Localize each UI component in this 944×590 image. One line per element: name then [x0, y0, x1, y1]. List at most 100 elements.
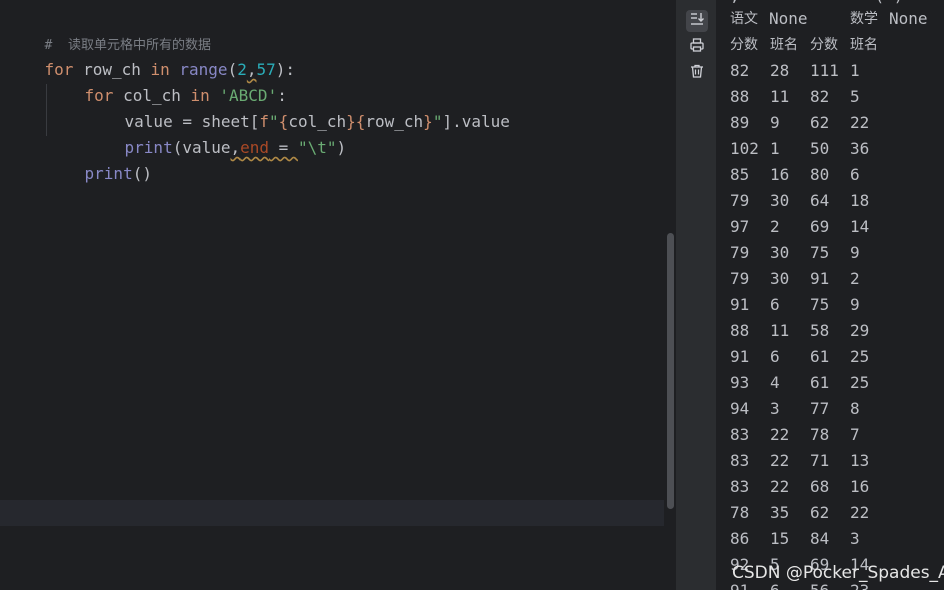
code-editor[interactable]: # 读取单元格中所有的数据 for row_ch in range(2,57):… [0, 0, 676, 590]
equals: = [269, 138, 298, 157]
console-cell: 79 [730, 269, 750, 288]
console-cell: 93 [730, 373, 750, 392]
console-data-row: 79 30 75 9 [730, 240, 944, 266]
console-cell: 1 [770, 139, 780, 158]
console-header-row-2: 分数 班名 分数 班名 [730, 32, 944, 58]
console-cell: 7 [850, 425, 860, 444]
console-data-row: 82 28 111 1 [730, 58, 944, 84]
console-cell: 30 [770, 269, 790, 288]
header-cell: None [889, 9, 928, 28]
print-button[interactable] [686, 36, 708, 58]
console-data-row: 85 16 80 6 [730, 162, 944, 188]
header-cell: 班名 [770, 37, 798, 53]
console-data-row: 89 9 62 22 [730, 110, 944, 136]
console-cell: 61 [810, 373, 830, 392]
string-tab: "\t" [297, 138, 337, 157]
console-cell: 88 [730, 87, 750, 106]
code-line-4[interactable]: value = sheet[f"{col_ch}{row_ch}"].value [86, 83, 510, 131]
header-cell: 班名 [850, 37, 878, 53]
code-line-3[interactable]: for col_ch in 'ABCD': [46, 57, 287, 105]
fstring-brace: }{ [346, 112, 366, 131]
code-line-6[interactable]: print() [46, 135, 152, 183]
console-cell: 11 [770, 87, 790, 106]
console-cell: 6 [770, 295, 780, 314]
console-cell: 25 [850, 347, 870, 366]
header-cell: 分数 [810, 37, 838, 53]
console-data-row: 83 22 71 13 [730, 448, 944, 474]
run-console-output[interactable]: , ( ) 语文 None 数学 None 分数 班名 分数 班名 822811… [716, 0, 944, 590]
console-cell: 22 [770, 477, 790, 496]
soft-wrap-button[interactable] [686, 10, 708, 32]
console-cell: 79 [730, 243, 750, 262]
console-cell: 79 [730, 191, 750, 210]
console-data-row: 102 1 50 36 [730, 136, 944, 162]
console-cell: 14 [850, 217, 870, 236]
console-data-row: 94 3 77 8 [730, 396, 944, 422]
console-cell: 36 [850, 139, 870, 158]
scroll-up-icon [689, 0, 705, 9]
print-icon [689, 37, 705, 57]
console-cell: 88 [730, 321, 750, 340]
console-data-row: 93 4 61 25 [730, 370, 944, 396]
paren-close: ) [336, 138, 347, 157]
console-cell: 58 [810, 321, 830, 340]
fstring-brace: } [423, 112, 433, 131]
console-cell: 18 [850, 191, 870, 210]
run-toolbar [678, 0, 716, 590]
console-cell: 102 [730, 139, 759, 158]
console-cell: 25 [850, 373, 870, 392]
console-cell: 30 [770, 191, 790, 210]
code-line-5[interactable]: print(value,end = "\t") [86, 109, 347, 157]
console-data-row: 83 22 68 16 [730, 474, 944, 500]
clear-all-button[interactable] [686, 62, 708, 84]
code-line-1[interactable]: # 读取单元格中所有的数据 [6, 5, 211, 53]
console-cell: 2 [770, 217, 780, 236]
console-cell: 22 [770, 425, 790, 444]
console-cell: 8 [850, 399, 860, 418]
console-cell: 61 [810, 347, 830, 366]
console-cell: 29 [850, 321, 870, 340]
console-cell: 28 [770, 61, 790, 80]
console-cell: 9 [850, 243, 860, 262]
console-cell: 91 [810, 269, 830, 288]
console-cell: 5 [850, 87, 860, 106]
console-cell: 30 [770, 243, 790, 262]
param-end: end [240, 138, 270, 157]
console-data-row: 86 15 84 3 [730, 526, 944, 552]
scroll-up-button[interactable] [686, 0, 708, 10]
console-cell: 77 [810, 399, 830, 418]
console-cell: 11 [770, 321, 790, 340]
editor-scrollbar-thumb[interactable] [667, 233, 674, 509]
console-cell: 80 [810, 165, 830, 184]
console-cell: 13 [850, 451, 870, 470]
console-data-row: 78 35 62 22 [730, 500, 944, 526]
console-cell: 89 [730, 113, 750, 132]
console-cell: 9 [850, 295, 860, 314]
console-cell: 94 [730, 399, 750, 418]
console-cell: 6 [770, 347, 780, 366]
console-cell: 62 [810, 113, 830, 132]
comma: , [230, 138, 241, 157]
current-line-highlight [0, 500, 676, 526]
console-cell: 1 [850, 61, 860, 80]
console-cell: 85 [730, 165, 750, 184]
fstring-quote-close: " [432, 112, 443, 131]
console-cell: 75 [810, 243, 830, 262]
code-line-2[interactable]: for row_ch in range(2,57): [6, 31, 295, 79]
header-cell: None [769, 9, 808, 28]
console-data-row: 91 6 61 25 [730, 344, 944, 370]
console-cell: 82 [810, 87, 830, 106]
console-cell: 83 [730, 477, 750, 496]
header-cell: 语文 [730, 11, 758, 27]
console-cell: 22 [770, 451, 790, 470]
console-cell: 2 [850, 269, 860, 288]
console-cell: 62 [810, 503, 830, 522]
console-cell: 4 [770, 373, 780, 392]
header-cell: 数学 [850, 11, 878, 27]
header-cell: 分数 [730, 37, 758, 53]
console-cell: 97 [730, 217, 750, 236]
console-cell: 6 [850, 165, 860, 184]
console-cell: 91 [730, 295, 750, 314]
console-cell: 16 [770, 165, 790, 184]
console-data-row: 91 6 75 9 [730, 292, 944, 318]
